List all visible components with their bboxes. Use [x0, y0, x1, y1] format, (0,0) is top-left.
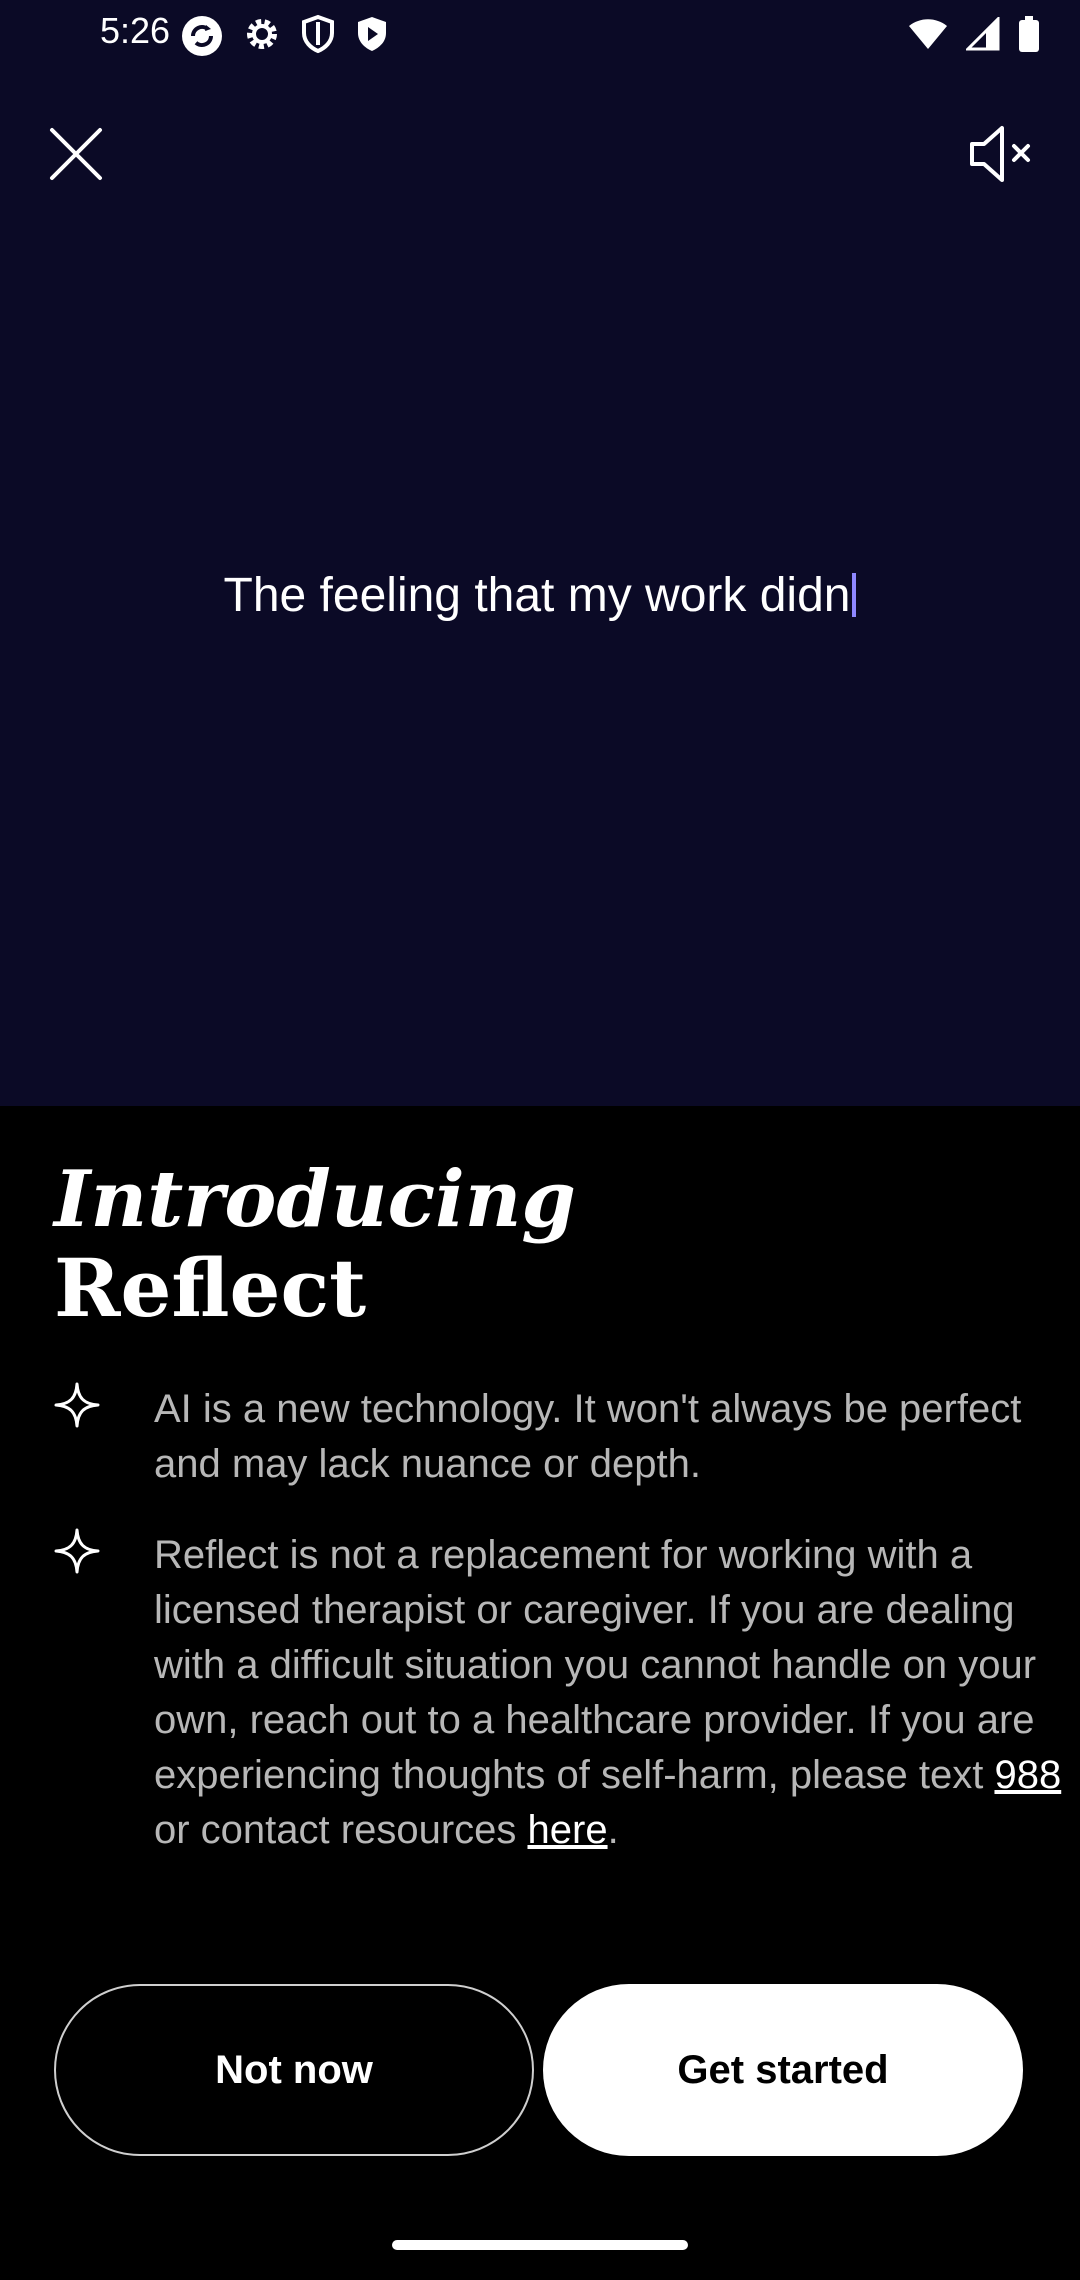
sync-icon — [180, 14, 224, 56]
mute-button[interactable] — [964, 118, 1042, 190]
animation-area: 5:26 The feeling that my work didn — [0, 0, 1080, 1106]
disclaimer-text-part: Reflect is not a replacement for working… — [154, 1533, 1037, 1797]
signal-icon — [966, 17, 1000, 51]
volume-mute-icon — [970, 126, 1030, 182]
typing-text: The feeling that my work didn — [0, 568, 1080, 623]
get-started-label: Get started — [677, 2047, 889, 2092]
disclaimer-text: Reflect is not a replacement for working… — [154, 1528, 1080, 1858]
status-time: 5:26 — [100, 10, 171, 51]
status-bar: 5:26 — [0, 0, 1080, 66]
page-title: Introducing Reflect — [54, 1154, 576, 1335]
battery-icon — [1018, 16, 1040, 52]
not-now-button[interactable]: Not now — [54, 1984, 534, 2156]
home-indicator[interactable] — [392, 2240, 688, 2250]
disclaimer-text-part: or contact resources — [154, 1808, 528, 1852]
disclaimer-item: Reflect is not a replacement for working… — [54, 1528, 1061, 1928]
close-icon — [50, 128, 102, 180]
disclaimer-text: AI is a new technology. It won't always … — [154, 1387, 1022, 1486]
title-line-1: Introducing — [54, 1154, 576, 1245]
crisis-988-link[interactable]: 988 — [994, 1753, 1061, 1797]
title-line-2: Reflect — [54, 1241, 367, 1335]
typing-text-content: The feeling that my work didn — [223, 569, 851, 622]
sparkle-icon — [54, 1382, 100, 1428]
play-protect-icon — [354, 14, 390, 54]
get-started-button[interactable]: Get started — [543, 1984, 1023, 2156]
disclaimer-text-part: . — [607, 1808, 619, 1852]
close-button[interactable] — [40, 118, 112, 190]
sparkle-icon — [54, 1528, 100, 1574]
settings-icon — [242, 14, 282, 54]
not-now-label: Not now — [215, 2047, 373, 2092]
resources-here-link[interactable]: here — [528, 1808, 608, 1852]
wifi-icon — [908, 17, 948, 51]
text-cursor — [852, 573, 857, 617]
disclaimer-item: AI is a new technology. It won't always … — [54, 1382, 1034, 1502]
shield-icon — [300, 14, 336, 54]
